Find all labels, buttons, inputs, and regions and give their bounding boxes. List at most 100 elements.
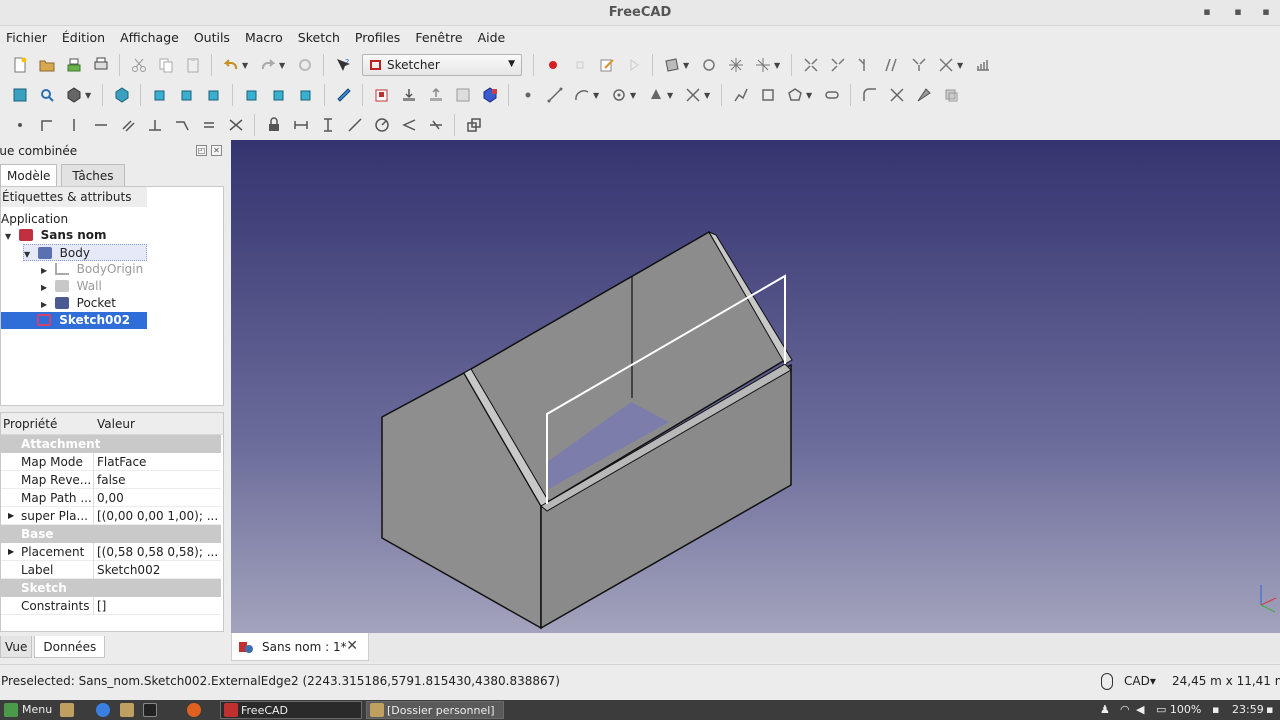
menu-fichier[interactable]: Fichier: [6, 26, 56, 50]
sketch-tools-dropdown-icon[interactable]: ▼: [774, 61, 782, 70]
view-front-icon[interactable]: [150, 85, 170, 105]
tray-display-icon[interactable]: ▪: [1212, 700, 1219, 720]
view-isometric-icon[interactable]: [112, 85, 132, 105]
tree-item-sketch[interactable]: Sketch002: [1, 312, 147, 329]
constraint-tangent-icon[interactable]: [172, 115, 192, 135]
macro-edit-icon[interactable]: [597, 55, 617, 75]
tray-battery-indicator[interactable]: ▭ 100%: [1156, 700, 1201, 720]
constraint-lock-icon[interactable]: [264, 115, 284, 135]
validate-sketch-icon[interactable]: [855, 55, 875, 75]
tree-item-body-origin[interactable]: ▶ BodyOrigin: [41, 261, 143, 278]
house-model[interactable]: [231, 140, 1280, 633]
property-value[interactable]: [(0,00 0,00 1,00); ...: [97, 507, 221, 525]
arc-icon[interactable]: [572, 85, 592, 105]
constraint-horizontal-icon[interactable]: [91, 115, 111, 135]
tab-taches[interactable]: Tâches: [61, 164, 125, 186]
external-geometry-icon[interactable]: [914, 85, 934, 105]
property-value[interactable]: false: [97, 471, 221, 489]
save-icon[interactable]: [64, 55, 84, 75]
show-hide-icon[interactable]: [882, 55, 902, 75]
bspline-dropdown-icon[interactable]: ▼: [704, 91, 712, 100]
menu-sketch[interactable]: Sketch: [298, 26, 349, 50]
point-icon[interactable]: [518, 85, 538, 105]
maximize-button[interactable]: ▪: [1229, 4, 1247, 20]
expand-arrow-icon[interactable]: ▶: [8, 543, 14, 561]
fit-all-icon[interactable]: [10, 85, 30, 105]
refresh-icon[interactable]: [295, 55, 315, 75]
rectangle-icon[interactable]: [758, 85, 778, 105]
constraint-equal-icon[interactable]: [199, 115, 219, 135]
conic-dropdown-icon[interactable]: ▼: [667, 91, 675, 100]
float-panel-icon[interactable]: ◰: [196, 145, 207, 156]
trim-icon[interactable]: [887, 85, 907, 105]
tray-volume-icon[interactable]: ◀: [1136, 700, 1144, 720]
print-icon[interactable]: [91, 55, 111, 75]
select-elements-icon[interactable]: [909, 55, 929, 75]
view-rear-icon[interactable]: [242, 85, 262, 105]
close-panel-icon[interactable]: ✕: [211, 145, 222, 156]
measure-distance-icon[interactable]: [334, 85, 354, 105]
close-button[interactable]: ▪: [1257, 4, 1275, 20]
tree-item-document[interactable]: ▼ Sans nom: [5, 227, 107, 244]
tab-donnees[interactable]: Données: [34, 636, 106, 658]
create-part-icon[interactable]: [372, 85, 392, 105]
mirror-sketch-icon[interactable]: [801, 55, 821, 75]
property-row-label[interactable]: Label Sketch002: [1, 561, 221, 579]
whats-this-icon[interactable]: ?: [333, 55, 353, 75]
macro-run-icon[interactable]: [624, 55, 644, 75]
symmetry-dropdown-icon[interactable]: ▼: [957, 61, 965, 70]
map-sketch-icon[interactable]: [753, 55, 773, 75]
workbench-selector[interactable]: Sketcher ▼: [362, 54, 522, 76]
new-sketch-dropdown-icon[interactable]: ▼: [683, 61, 691, 70]
expand-arrow-icon[interactable]: ▶: [41, 279, 51, 296]
group-sketch[interactable]: Sketch: [1, 579, 221, 597]
circle-dropdown-icon[interactable]: ▼: [630, 91, 638, 100]
view-bottom-icon[interactable]: [269, 85, 289, 105]
toggle-driving-icon[interactable]: [464, 115, 484, 135]
fillet-icon[interactable]: [860, 85, 880, 105]
macro-stop-icon[interactable]: [570, 55, 590, 75]
redo-dropdown-icon[interactable]: ▼: [279, 61, 287, 70]
new-file-icon[interactable]: [10, 55, 30, 75]
minimize-button[interactable]: ▪: [1198, 4, 1216, 20]
tree-item-body[interactable]: ▼ Body: [23, 244, 147, 261]
taskbar-window-freecad[interactable]: FreeCAD: [220, 701, 362, 719]
constraint-parallel-icon[interactable]: [118, 115, 138, 135]
property-row-super-placement[interactable]: ▶ super Pla... [(0,00 0,00 1,00); ...: [1, 507, 221, 525]
menu-aide[interactable]: Aide: [478, 26, 515, 50]
property-value[interactable]: [(0,58 0,58 0,58); ...: [97, 543, 221, 561]
expand-arrow-icon[interactable]: ▶: [8, 507, 14, 525]
navigation-style-selector[interactable]: CAD▾: [1124, 674, 1156, 688]
3d-viewport[interactable]: [231, 140, 1280, 633]
constraint-horizontal-distance-icon[interactable]: [291, 115, 311, 135]
taskbar-window-folder[interactable]: [Dossier personnel]: [366, 701, 504, 719]
menu-edition[interactable]: Édition: [62, 26, 114, 50]
symmetry-icon[interactable]: [936, 55, 956, 75]
expand-arrow-icon[interactable]: ▼: [5, 228, 15, 245]
copy-icon[interactable]: [156, 55, 176, 75]
tray-user-icon[interactable]: ♟: [1100, 700, 1110, 720]
arc-dropdown-icon[interactable]: ▼: [593, 91, 601, 100]
start-menu-button[interactable]: Menu: [4, 700, 52, 720]
constraint-symmetric-icon[interactable]: [226, 115, 246, 135]
tree-item-wall[interactable]: ▶ Wall: [41, 278, 102, 295]
fit-selection-icon[interactable]: [37, 85, 57, 105]
circle-icon[interactable]: [609, 85, 629, 105]
constraint-angle-icon[interactable]: [399, 115, 419, 135]
polyline-icon[interactable]: [731, 85, 751, 105]
property-row-map-path[interactable]: Map Path ... 0,00: [1, 489, 221, 507]
property-row-placement[interactable]: ▶ Placement [(0,58 0,58 0,58); ...: [1, 543, 221, 561]
menu-fenetre[interactable]: Fenêtre: [415, 26, 471, 50]
draw-style-icon[interactable]: [64, 85, 84, 105]
polygon-dropdown-icon[interactable]: ▼: [806, 91, 814, 100]
tray-power-icon[interactable]: ▪: [1266, 700, 1273, 720]
files-launcher-icon[interactable]: [120, 703, 134, 717]
close-tab-icon[interactable]: ✕: [346, 638, 358, 654]
view-left-icon[interactable]: [296, 85, 316, 105]
terminal-launcher-icon[interactable]: [143, 703, 157, 717]
image-icon[interactable]: [453, 85, 473, 105]
conic-icon[interactable]: [646, 85, 666, 105]
new-sketch-icon[interactable]: [662, 55, 682, 75]
property-value[interactable]: []: [97, 597, 221, 615]
property-value[interactable]: Sketch002: [97, 561, 221, 579]
